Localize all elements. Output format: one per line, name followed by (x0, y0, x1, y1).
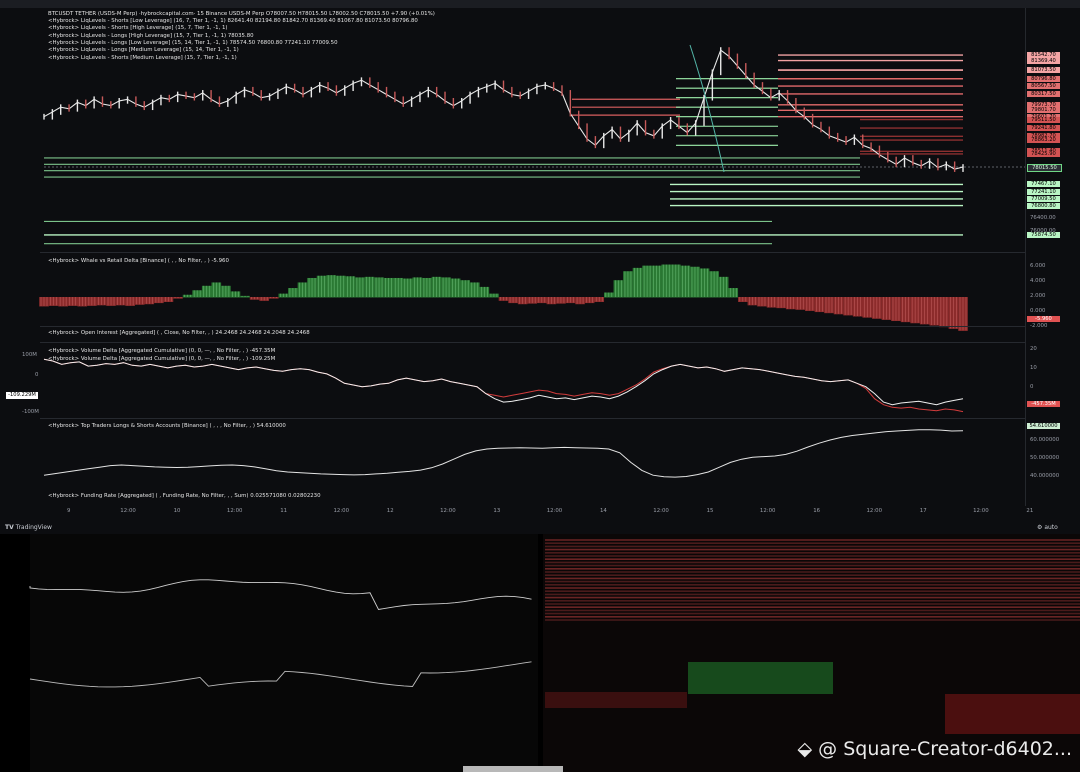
collage-right-panel (543, 534, 1080, 772)
top-traders-line (43, 429, 964, 478)
tradingview-brand: TradingView (15, 524, 52, 531)
binance-logo-icon: ⬙ (797, 738, 813, 760)
cvd-white-line (43, 358, 964, 406)
top-traders-axis-tick: 60.000000 (1030, 437, 1060, 443)
chart-scale-auto[interactable]: auto (1044, 524, 1058, 531)
collage-red-block (945, 694, 1080, 734)
price-axis-tag-short: 81369.40 (1027, 57, 1060, 64)
collage-scrollbar (463, 766, 563, 772)
watermark-text: @ Square-Creator-d6402... (818, 738, 1072, 760)
price-axis-tick: 76400.00 (1030, 215, 1056, 222)
current-price-tag: 78015.50 (1027, 164, 1062, 172)
price-axis-tag-long: 76800.80 (1027, 202, 1060, 209)
collage-image (29, 534, 1080, 772)
trend-line (689, 44, 725, 173)
price-axis-tag-short: 80796.80 (1027, 75, 1060, 82)
pane-separator[interactable] (40, 252, 1025, 253)
whale-current-tag: -5.960 (1027, 316, 1060, 322)
pane-separator[interactable] (40, 342, 1025, 343)
top-traders-axis-tick: 40.000000 (1030, 473, 1060, 479)
chart-plot-area[interactable] (0, 0, 1080, 534)
price-axis-tag-short: 79801.70 (1027, 107, 1060, 114)
price-axis-tag-short: 79511.50 (1027, 116, 1060, 123)
whale-axis-tick: 0.000 (1030, 308, 1046, 314)
funding-rate-label[interactable]: <Hybrock> Funding Rate [Aggregated] ( , … (48, 493, 321, 500)
price-axis-tag-short: 80317.50 (1027, 91, 1060, 97)
cvd-red-line (43, 358, 964, 413)
price-axis-tag-long: 77009.50 (1027, 195, 1060, 202)
pane-separator[interactable] (40, 418, 1025, 419)
watermark: ⬙ @ Square-Creator-d6402... (797, 738, 1072, 760)
price-axis-tag-short: 78425.90 (1027, 151, 1060, 157)
top-traders-label[interactable]: <Hybrock> Top Traders Longs & Shorts Acc… (48, 423, 286, 430)
top-traders-axis-tick: 50.000000 (1030, 455, 1060, 461)
volume-delta-label-2[interactable]: <Hybrock> Volume Delta [Aggregated Cumul… (48, 356, 275, 363)
tradingview-chart: BTCUSDT TETHER (USDS-M Perp) ·hybrockcap… (0, 0, 1080, 534)
whale-axis-tick: 2.000 (1030, 293, 1046, 299)
collage-red-block (545, 692, 687, 708)
volume-delta-label-1[interactable]: <Hybrock> Volume Delta [Aggregated Cumul… (48, 348, 275, 355)
cvd-current-tag: -457.35M (1027, 401, 1060, 407)
price-axis-tag-short: 80567.50 (1027, 83, 1060, 89)
cvd-left-tick: -100M (22, 409, 39, 415)
price-axis-tag-short: 78863.20 (1027, 137, 1060, 144)
price-axis-tag-long: 77467.10 (1027, 181, 1060, 188)
collage-green-block (688, 662, 833, 694)
whale-axis-tick: 6.000 (1030, 263, 1046, 269)
pane-separator[interactable] (40, 326, 1025, 327)
tradingview-logo-icon: TV (5, 524, 14, 531)
price-axis-tag-long: 77241.10 (1027, 188, 1060, 195)
collage-left-panel (30, 534, 538, 772)
cvd-axis-tick: 10 (1030, 365, 1037, 371)
settings-gear-icon[interactable]: ⚙ (1037, 524, 1042, 531)
secondary-screenshot-collage: ⬙ @ Square-Creator-d6402... (0, 534, 1080, 772)
price-axis-tick: 76000.00 (1030, 228, 1056, 234)
cvd-axis-tick: 0 (1030, 384, 1034, 390)
price-series-line (43, 49, 964, 170)
cvd-left-tag: -109.229M (6, 392, 38, 399)
cvd-left-tick: 100M (22, 352, 37, 358)
whale-delta-label[interactable]: <Hybrock> Whale vs Retail Delta [Binance… (48, 258, 229, 265)
price-axis-tag-short: 81073.50 (1027, 67, 1060, 73)
cvd-axis-tick: 20 (1030, 346, 1037, 352)
cvd-left-tick: 0 (35, 372, 39, 378)
open-interest-label[interactable]: <Hybrock> Open Interest [Aggregated] ( ,… (48, 330, 310, 337)
top-traders-current-tag: 54.610000 (1027, 423, 1060, 429)
whale-axis-tick: 4.000 (1030, 278, 1046, 284)
price-axis-tag-short: 79241.80 (1027, 125, 1060, 132)
whale-axis-tick: -2.000 (1030, 323, 1048, 329)
chart-footer: TV TradingView ⚙ auto (0, 506, 1080, 534)
